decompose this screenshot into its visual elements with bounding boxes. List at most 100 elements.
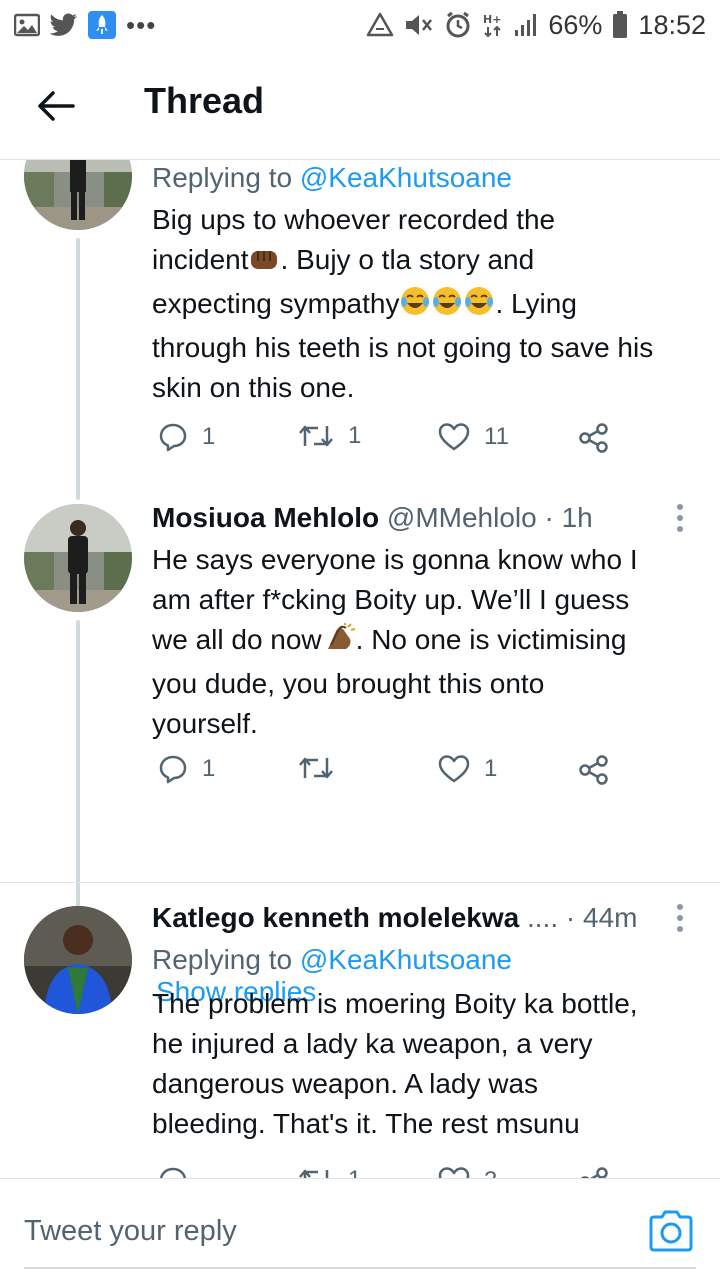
replying-handle[interactable]: @KeaKhutsoane — [300, 944, 512, 975]
thread-feed[interactable]: Replying to @KeaKhutsoane Big ups to who… — [0, 160, 720, 1178]
like-button[interactable]: 11 — [438, 422, 509, 452]
reply-count: 1 — [202, 755, 216, 782]
tweet-body: Replying to @KeaKhutsoane The problem is… — [152, 942, 698, 1144]
back-button[interactable] — [34, 86, 78, 126]
retweet-count: 1 — [348, 1166, 361, 1178]
retweet-icon — [299, 757, 333, 779]
like-count: 1 — [484, 755, 498, 782]
clock: 18:52 — [638, 9, 706, 40]
clapping-hands-emoji — [322, 623, 356, 664]
share-icon — [580, 1167, 608, 1178]
more-options-button[interactable] — [668, 900, 692, 936]
replying-to: Replying to @KeaKhutsoane — [152, 942, 698, 978]
input-underline — [24, 1267, 696, 1269]
reply-input[interactable] — [24, 1211, 624, 1251]
reply-button[interactable]: 1 — [158, 422, 215, 452]
like-count: 11 — [484, 423, 509, 450]
tears-of-joy-emoji — [431, 285, 463, 328]
tweet-time: · 44m — [565, 902, 638, 933]
heart-icon — [438, 423, 470, 451]
status-bar: ••• H+ 66% 18:52 — [0, 0, 720, 50]
tears-of-joy-emoji — [463, 285, 495, 328]
tweet-item[interactable]: Mosiuoa Mehlolo @MMehlolo · 1h He says e… — [0, 500, 720, 1007]
replying-handle[interactable]: @KeaKhutsoane — [300, 162, 512, 193]
handle-ellipsis: .... — [519, 902, 559, 933]
tweet-meta: Mosiuoa Mehlolo @MMehlolo · 1h — [152, 500, 650, 536]
share-button[interactable] — [578, 422, 610, 454]
more-options-button[interactable] — [668, 500, 692, 536]
tweet-content: Replying to @KeaKhutsoane Big ups to who… — [152, 160, 698, 408]
tweet-item[interactable]: Replying to @KeaKhutsoane Big ups to who… — [0, 160, 720, 500]
author-name[interactable]: Mosiuoa Mehlolo — [152, 502, 379, 533]
twitter-bird-icon — [50, 13, 78, 37]
author-handle[interactable]: @MMehlolo — [387, 502, 537, 533]
share-icon — [579, 755, 608, 785]
tweet-text-fragment: . Bujy o tla story and — [280, 244, 535, 275]
tweet-text-fragment: . No one is victimising — [355, 624, 627, 655]
tears-of-joy-emoji — [399, 285, 431, 328]
like-button[interactable]: 1 — [438, 754, 497, 784]
tweet-line: The problem is moering Boity ka bottle, — [152, 988, 638, 1019]
top-app-bar: Thread — [0, 50, 720, 160]
tweet-line: Big ups to whoever recorded the — [152, 204, 556, 235]
share-button[interactable] — [578, 1166, 610, 1178]
tweet-line: skin on this one. — [152, 372, 355, 403]
fist-emoji — [249, 244, 281, 284]
mute-icon — [404, 12, 434, 38]
tweet-item[interactable]: Katlego kenneth molelekwa .... · 44m Rep… — [0, 884, 720, 1178]
more-dots-icon: ••• — [126, 9, 157, 40]
retweet-button[interactable]: 1 — [298, 1166, 361, 1178]
share-icon — [579, 423, 608, 453]
rocket-app-icon — [88, 11, 116, 39]
tweet-text: He says everyone is gonna know who I am … — [152, 540, 698, 744]
retweet-button[interactable] — [298, 754, 348, 782]
reply-icon — [159, 423, 187, 452]
tweet-line: you dude, you brought this onto — [152, 668, 545, 699]
tweet-line: through his teeth is not going to save h… — [152, 332, 654, 363]
retweet-button[interactable]: 1 — [298, 422, 361, 450]
reply-count: 1 — [202, 423, 216, 450]
share-button[interactable] — [578, 754, 610, 786]
tweet-actions: 1 1 — [152, 754, 632, 794]
avatar[interactable] — [24, 504, 132, 612]
heart-icon — [438, 1167, 470, 1178]
tweet-body: He says everyone is gonna know who I am … — [152, 540, 698, 744]
thread-connector — [76, 238, 80, 500]
camera-icon — [649, 1210, 693, 1252]
svg-text:H+: H+ — [483, 13, 501, 26]
reply-icon — [159, 1167, 187, 1178]
tweet-line: bleeding. That's it. The rest msunu — [152, 1108, 580, 1139]
camera-button[interactable] — [648, 1209, 694, 1253]
tweet-text-fragment: we all do now — [152, 624, 322, 655]
avatar[interactable] — [24, 160, 132, 230]
tweet-text: The problem is moering Boity ka bottle, … — [152, 984, 698, 1144]
tweet-line: He says everyone is gonna know who I — [152, 544, 638, 575]
gallery-icon — [14, 13, 40, 37]
tweet-actions: 1 1 11 — [152, 422, 632, 462]
tweet-text: Big ups to whoever recorded the incident… — [152, 200, 698, 408]
reply-composer — [0, 1178, 720, 1280]
retweet-icon — [299, 425, 333, 447]
battery-icon — [612, 11, 628, 39]
tweet-line: he injured a lady ka weapon, a very — [152, 1028, 593, 1059]
replying-prefix: Replying to — [152, 162, 300, 193]
author-name[interactable]: Katlego kenneth molelekwa — [152, 902, 519, 933]
arrow-left-icon — [38, 91, 75, 121]
like-button[interactable]: 3 — [438, 1166, 497, 1178]
retweet-icon — [299, 1169, 329, 1178]
reply-button[interactable]: 1 — [158, 754, 215, 784]
signal-icon — [514, 12, 538, 38]
tweet-line: yourself. — [152, 708, 258, 739]
tweet-actions: 1 3 — [152, 1166, 632, 1178]
tweet-time: · 1h — [544, 502, 593, 533]
tweet-line: am after f*cking Boity up. We’ll I guess — [152, 584, 630, 615]
replying-to: Replying to @KeaKhutsoane — [152, 160, 698, 196]
tweet-text-fragment: expecting sympathy — [152, 288, 400, 319]
tweet-content: Katlego kenneth molelekwa .... · 44m — [152, 900, 650, 936]
replying-prefix: Replying to — [152, 944, 300, 975]
reply-button[interactable] — [158, 1166, 202, 1178]
avatar[interactable] — [24, 906, 132, 1014]
reply-icon — [159, 755, 187, 784]
tweet-line: we all do now . No one is victimising — [152, 620, 698, 664]
battery-percent: 66% — [548, 9, 603, 40]
